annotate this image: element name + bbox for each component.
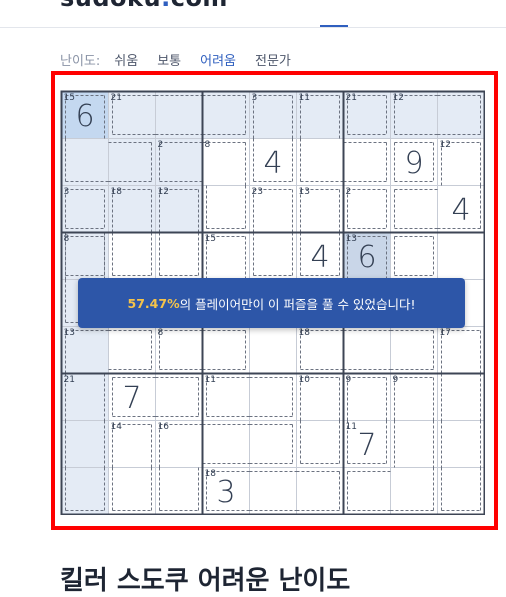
cage-sum: 21 (63, 374, 75, 385)
cage-sum: 2 (345, 186, 352, 197)
cage-sum: 15 (204, 233, 216, 244)
cage-sum: 13 (298, 186, 310, 197)
stats-banner: 57.47% 의 플레이어만이 이 퍼즐을 풀 수 있었습니다! (78, 278, 465, 328)
difficulty-option-hard[interactable]: 어려움 (200, 50, 236, 69)
cage-sum: 18 (110, 186, 122, 197)
cage-sum: 11 (204, 374, 216, 385)
brand-logo-prefix: sudoku (60, 0, 161, 12)
cage-sum: 16 (157, 421, 169, 432)
cage-sum: 13 (345, 233, 357, 244)
cage-sum: 8 (204, 139, 211, 150)
difficulty-bar: 난이도: 쉬움 보통 어려움 전문가 (60, 50, 310, 69)
cage-sum: 10 (298, 374, 310, 385)
cage-sum: 11 (298, 92, 310, 103)
cage-sum: 9 (392, 374, 399, 385)
difficulty-option-easy[interactable]: 쉬움 (114, 50, 138, 69)
brand-logo-dot: . (161, 0, 171, 12)
cage-sum: 8 (157, 327, 164, 338)
header-divider (0, 27, 506, 28)
stats-percent: 57.47% (127, 295, 180, 311)
cage-sum: 3 (251, 92, 258, 103)
cage-sum: 13 (63, 327, 75, 338)
cage-sum: 2 (157, 139, 164, 150)
cage-sum: 21 (110, 92, 122, 103)
cage-sum: 17 (439, 327, 451, 338)
cage-sum: 18 (204, 468, 216, 479)
brand-logo-suffix: com (171, 0, 228, 12)
cage-sum: 21 (345, 92, 357, 103)
cage-sum: 14 (110, 421, 122, 432)
difficulty-option-expert[interactable]: 전문가 (255, 50, 291, 69)
brand-logo[interactable]: sudoku.com (60, 0, 228, 12)
cage-sum: 12 (392, 92, 404, 103)
difficulty-option-medium[interactable]: 보통 (157, 50, 181, 69)
cage-sum: 3 (63, 186, 70, 197)
difficulty-label: 난이도: (60, 53, 101, 69)
cage-sum: 8 (63, 233, 70, 244)
cage-sum: 12 (157, 186, 169, 197)
cage-sum: 15 (63, 92, 75, 103)
cage-sum: 12 (439, 139, 451, 150)
cage-sum: 23 (251, 186, 263, 197)
stats-message: 의 플레이어만이 이 퍼즐을 풀 수 있었습니다! (179, 296, 416, 312)
cage-sum: 18 (298, 327, 310, 338)
cage-sum: 9 (345, 374, 352, 385)
cage-sum: 11 (345, 421, 357, 432)
page-heading: 킬러 스도쿠 어려운 난이도 (60, 566, 351, 596)
